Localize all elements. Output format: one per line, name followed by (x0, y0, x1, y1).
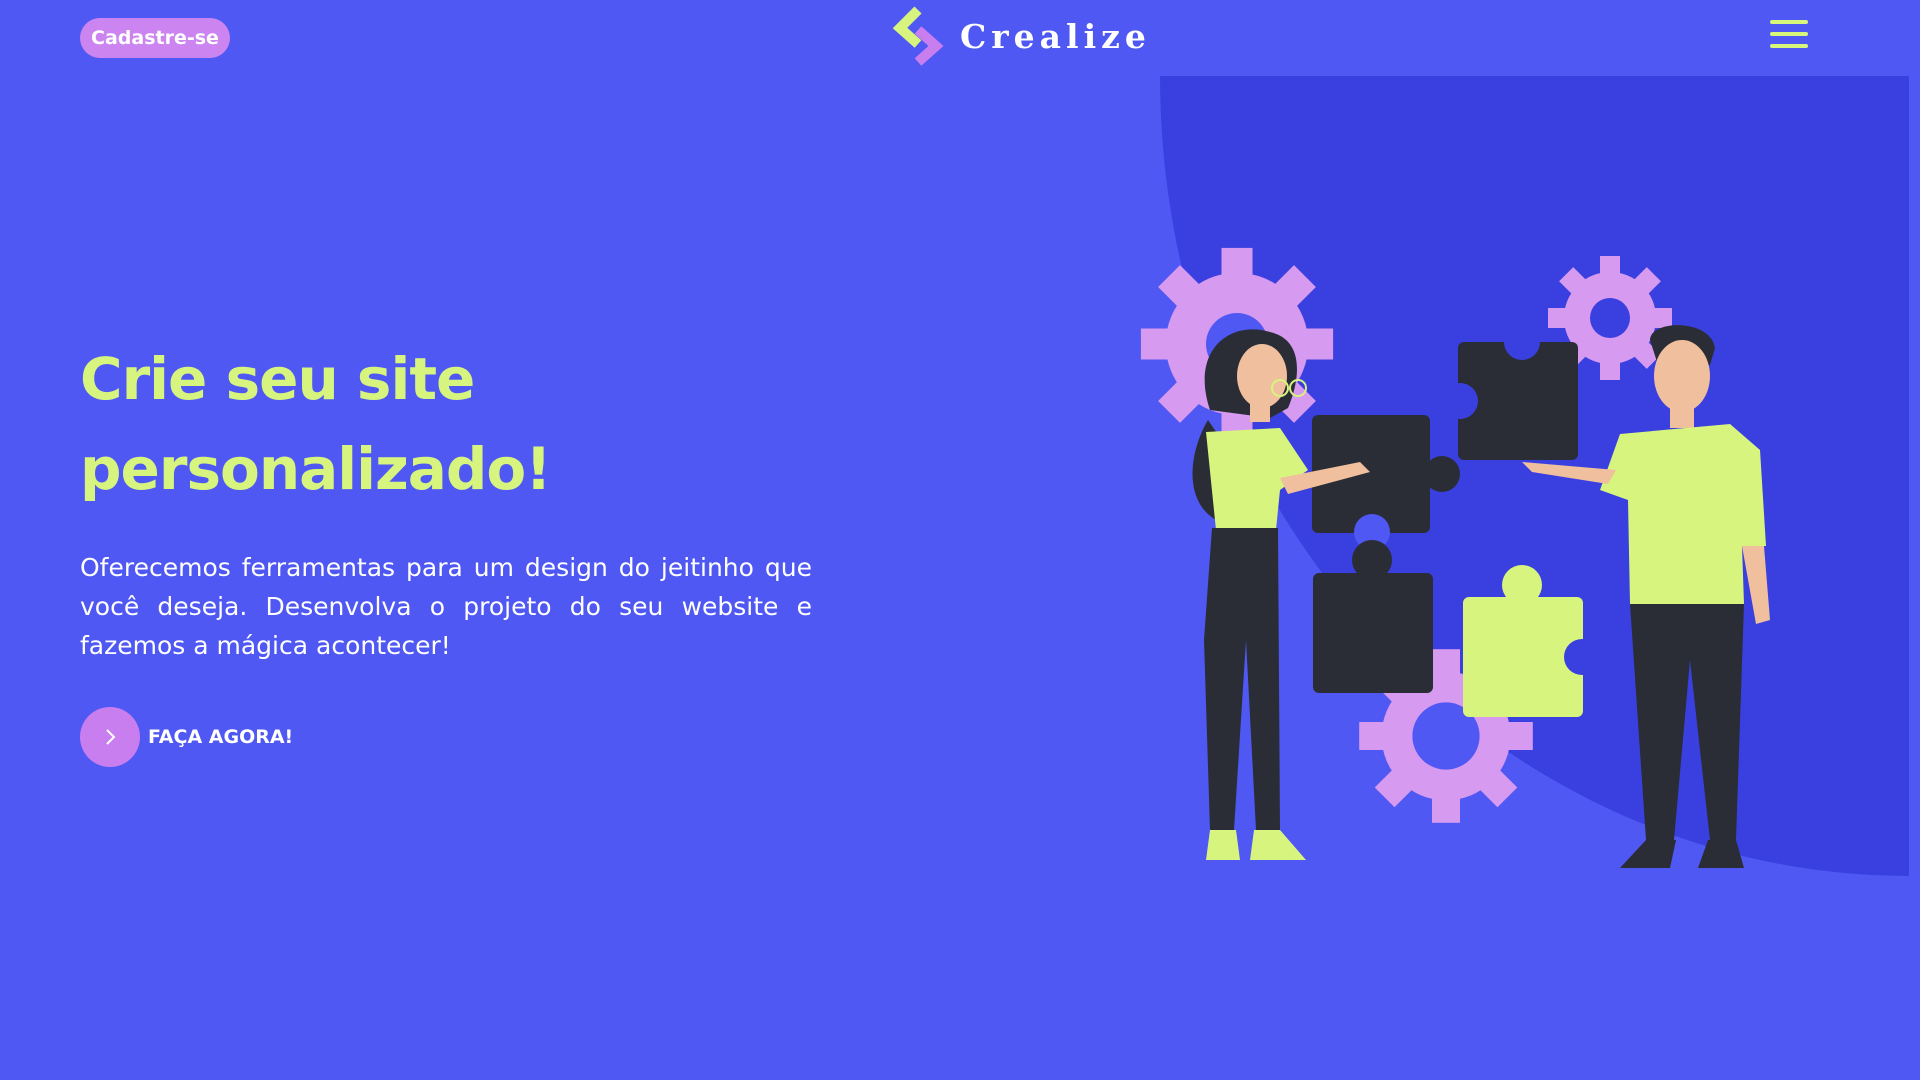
signup-button[interactable]: Cadastre-se (80, 18, 230, 58)
puzzle-piece (1442, 324, 1578, 460)
hero-title-line1: Crie seu site (80, 345, 475, 413)
crealize-logo-icon (892, 6, 944, 66)
hero-description: Oferecemos ferramentas para um design do… (80, 553, 812, 660)
chevron-right-icon (106, 729, 116, 745)
header: Cadastre-se Crealize (0, 0, 1909, 76)
brand-logo[interactable]: Crealize (892, 6, 1151, 66)
hero-title: Crie seu site personalizado! (80, 334, 860, 514)
puzzle-illustration (1140, 247, 1770, 868)
cta-label: FAÇA AGORA! (148, 726, 294, 748)
page: Cadastre-se Crealize Crie seu site perso… (0, 0, 1909, 1080)
puzzle-piece (1463, 565, 1600, 717)
puzzle-piece (1312, 415, 1460, 550)
hero-title-line2: personalizado! (80, 435, 552, 503)
cta-button[interactable]: FAÇA AGORA! (80, 707, 293, 767)
cta-circle[interactable] (80, 707, 140, 767)
puzzle-piece (1313, 540, 1433, 693)
brand-name: Crealize (960, 16, 1151, 56)
hamburger-menu-icon[interactable] (1770, 20, 1810, 56)
